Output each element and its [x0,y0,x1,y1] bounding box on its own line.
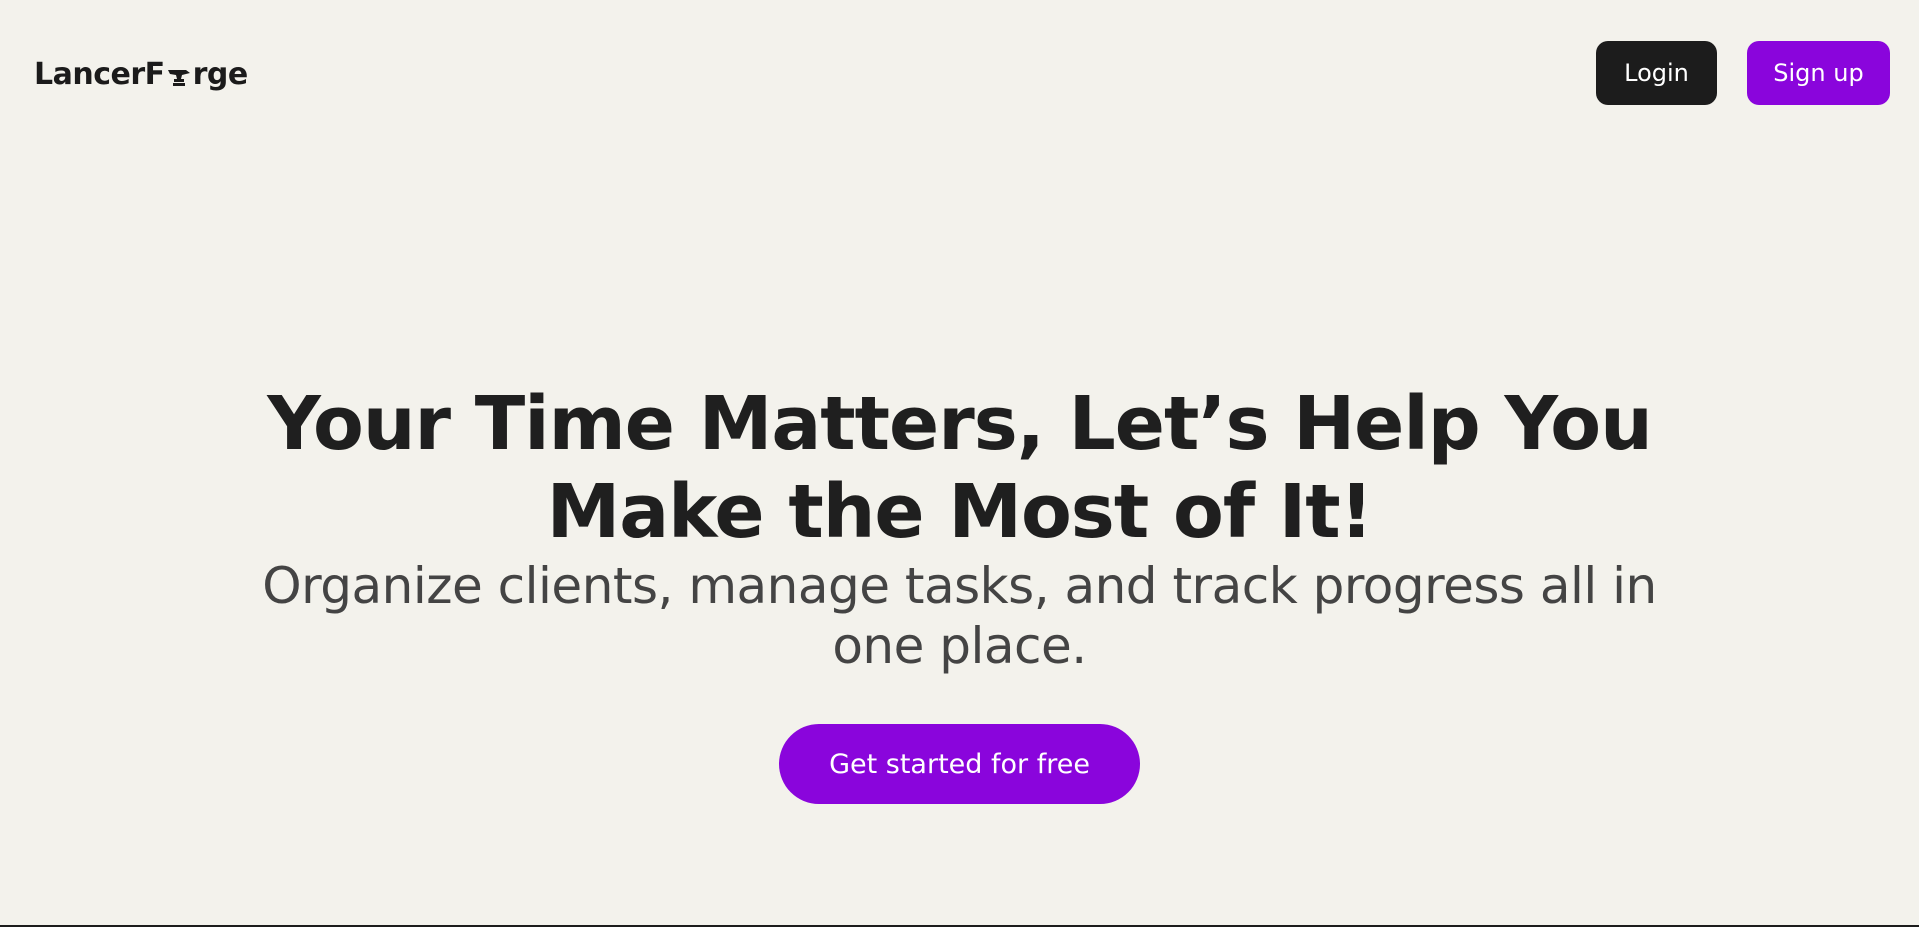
hero-title: Your Time Matters, Let’s Help You Make t… [267,381,1653,555]
anvil-icon [166,64,192,90]
hero-subtitle: Organize clients, manage tasks, and trac… [262,557,1657,675]
hero-section: Your Time Matters, Let’s Help You Make t… [0,380,1919,804]
brand-name-suffix: rge [192,56,249,92]
signup-button[interactable]: Sign up [1747,41,1890,105]
brand-name-prefix: LancerF [34,56,165,92]
nav-actions: Login Sign up [1596,41,1890,105]
login-button[interactable]: Login [1596,41,1717,105]
top-navbar: LancerF rge Login Sign up [0,0,1919,150]
brand-logo[interactable]: LancerF rge [34,54,248,94]
get-started-button[interactable]: Get started for free [779,724,1140,804]
cta-container: Get started for free [0,724,1919,804]
